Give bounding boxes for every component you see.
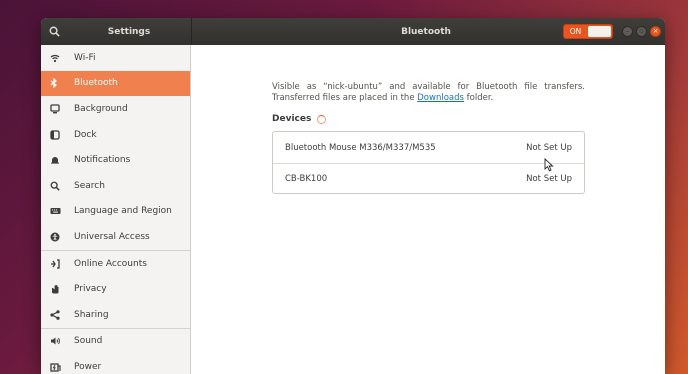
description-suffix: folder. [466, 93, 494, 103]
bell-icon [50, 155, 64, 165]
downloads-link[interactable]: Downloads [417, 93, 464, 103]
header-divider [191, 18, 192, 45]
scanning-spinner-icon [317, 114, 327, 124]
sidebar-item-privacy[interactable]: Privacy [41, 276, 190, 302]
sidebar-item-label: Sound [74, 336, 103, 347]
minimize-button[interactable]: – [622, 26, 633, 37]
header-bar: Settings Bluetooth ON – ▫ × [41, 18, 665, 45]
device-row[interactable]: CB-BK100 Not Set Up [273, 163, 584, 194]
sidebar-item-sound[interactable]: Sound [41, 329, 190, 355]
maximize-button[interactable]: ▫ [636, 26, 647, 37]
sidebar-item-background[interactable]: Background [41, 96, 190, 122]
sidebar-item-label: Power [74, 361, 102, 372]
switch-on-label: ON [569, 27, 582, 36]
sidebar-item-label: Notifications [74, 155, 131, 166]
switch-knob[interactable] [588, 26, 611, 37]
sidebar-item-dock[interactable]: Dock [41, 122, 190, 148]
dock-icon [50, 129, 64, 140]
sidebar-item-universal-access[interactable]: Universal Access [41, 224, 190, 250]
sidebar-item-label: Online Accounts [74, 258, 147, 269]
sidebar-item-label: Wi-Fi [74, 52, 96, 63]
device-status: Not Set Up [526, 142, 572, 153]
sidebar-item-online-accounts[interactable]: Online Accounts [41, 251, 190, 277]
devices-label: Devices [272, 114, 312, 124]
device-list: Bluetooth Mouse M336/M337/M535 Not Set U… [272, 131, 585, 194]
sidebar-item-label: Bluetooth [74, 78, 118, 89]
devices-heading: Devices [272, 114, 327, 124]
bluetooth-panel: Visible as “nick-ubuntu” and available f… [192, 45, 665, 374]
maximize-icon: ▫ [639, 27, 644, 35]
sidebar-item-bluetooth[interactable]: Bluetooth [41, 70, 190, 97]
visibility-description: Visible as “nick-ubuntu” and available f… [272, 82, 585, 104]
sidebar-item-search[interactable]: Search [41, 173, 190, 199]
sidebar-item-sharing[interactable]: Sharing [41, 302, 190, 328]
search-icon [49, 26, 60, 37]
mouse-pointer-icon [544, 158, 554, 172]
device-name: Bluetooth Mouse M336/M337/M535 [285, 142, 436, 153]
wifi-icon [50, 53, 64, 63]
device-name: CB-BK100 [285, 174, 328, 184]
online-accounts-icon [50, 258, 64, 269]
settings-window: Settings Bluetooth ON – ▫ × Wi-Fi Blueto… [41, 18, 665, 374]
sidebar-item-label: Background [74, 103, 128, 114]
device-row[interactable]: Bluetooth Mouse M336/M337/M535 Not Set U… [273, 132, 584, 163]
accessibility-icon [50, 232, 64, 242]
close-button[interactable]: × [650, 26, 661, 37]
settings-title: Settings [107, 26, 151, 37]
keyboard-icon [50, 206, 64, 216]
sidebar-item-label: Dock [74, 129, 97, 140]
sidebar-item-label: Privacy [74, 284, 107, 295]
power-icon [50, 362, 64, 372]
close-icon: × [652, 27, 659, 35]
sidebar-item-label: Sharing [74, 309, 109, 320]
sidebar-item-power[interactable]: Power [41, 354, 190, 374]
settings-sidebar: Wi-Fi Bluetooth Background Dock Notifica… [41, 45, 191, 374]
sidebar-item-notifications[interactable]: Notifications [41, 147, 190, 173]
device-status: Not Set Up [526, 174, 572, 184]
share-icon [50, 309, 64, 320]
minimize-icon: – [625, 27, 630, 35]
panel-title: Bluetooth [401, 26, 451, 37]
bluetooth-toggle-switch[interactable]: ON [563, 24, 613, 39]
background-icon [50, 104, 64, 114]
speaker-icon [50, 336, 64, 346]
search-button[interactable] [41, 18, 67, 45]
sidebar-item-wifi[interactable]: Wi-Fi [41, 45, 190, 71]
search-icon [50, 181, 64, 191]
sidebar-item-label: Language and Region [74, 206, 172, 217]
hand-icon [50, 284, 64, 294]
sidebar-item-language-and-region[interactable]: Language and Region [41, 199, 190, 225]
bluetooth-icon [50, 78, 64, 89]
sidebar-item-label: Search [74, 180, 105, 191]
sidebar-item-label: Universal Access [74, 231, 150, 242]
